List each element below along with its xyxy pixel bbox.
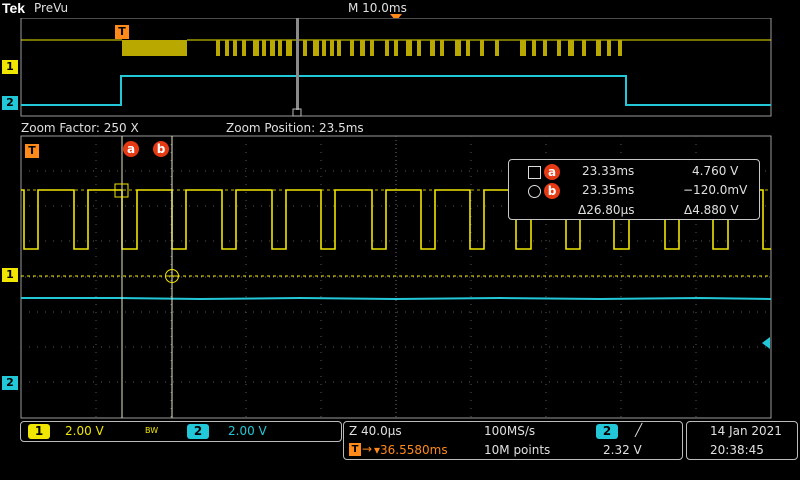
zoom-factor: Zoom Factor: 250 X [21, 121, 139, 135]
trigger-level[interactable]: 2.32 V [603, 443, 642, 457]
time-display: 20:38:45 [710, 443, 764, 457]
zoom-ch1-marker[interactable]: 1 [2, 268, 18, 282]
date-display: 14 Jan 2021 [710, 424, 782, 438]
readout-a-voltage: 4.760 V [692, 164, 739, 178]
header-bar: Tek PreVu M 10.0ms [0, 0, 800, 21]
cursor-b-circle-icon [528, 185, 541, 198]
overview-ch1-marker[interactable]: 1 [2, 60, 18, 74]
trigger-delay[interactable]: ▾36.5580ms [374, 443, 448, 457]
acquisition-mode: PreVu [34, 1, 69, 15]
overview-trigger-marker: T [115, 25, 129, 39]
zoom-trigger-marker: T [25, 144, 39, 158]
trigger-t-icon: T [349, 443, 361, 456]
trigger-source-badge[interactable]: 2 [596, 424, 618, 439]
sample-rate: 100MS/s [484, 424, 536, 438]
trigger-slope-icon[interactable]: ╱ [635, 423, 642, 437]
zoom-ch2-trace [21, 296, 772, 301]
timebase-trigger-panel[interactable]: Z 40.0µs 100MS/s 2 ╱ T → ▾36.5580ms 10M … [343, 421, 683, 460]
overview-ch2-marker[interactable]: 2 [2, 96, 18, 110]
readout-a-badge: a [544, 164, 560, 180]
ch2-scale-badge[interactable]: 2 [187, 424, 209, 439]
channel-scale-panel[interactable]: 1 2.00 V BW 2 2.00 V [20, 421, 342, 442]
cursor-a-square-icon [528, 166, 541, 179]
cursor-a-label[interactable]: a [123, 141, 139, 157]
datetime-panel: 14 Jan 2021 20:38:45 [686, 421, 798, 460]
main-timebase[interactable]: M 10.0ms [348, 1, 407, 15]
record-length: 10M points [484, 443, 551, 457]
ch1-scale-badge[interactable]: 1 [28, 424, 50, 439]
readout-delta-time: Δ26.80µs [578, 203, 635, 217]
readout-a-time: 23.33ms [582, 164, 635, 178]
ch1-vertical-scale[interactable]: 2.00 V [65, 424, 104, 438]
ch2-offscreen-arrow-icon [762, 337, 770, 349]
readout-b-badge: b [544, 183, 560, 199]
readout-delta-voltage: Δ4.880 V [684, 203, 739, 217]
trigger-arrow-icon: → [362, 442, 373, 456]
ch1-bandwidth-limit-flag: BW [145, 426, 159, 435]
cursor-readout-panel[interactable]: a 23.33ms 4.760 V b 23.35ms −120.0mV Δ26… [508, 159, 760, 220]
zoom-ch2-marker[interactable]: 2 [2, 376, 18, 390]
ch2-vertical-scale[interactable]: 2.00 V [228, 424, 267, 438]
brand-logo: Tek [2, 0, 26, 16]
readout-b-voltage: −120.0mV [683, 183, 748, 197]
zoom-timebase[interactable]: Z 40.0µs [349, 424, 402, 438]
readout-b-time: 23.35ms [582, 183, 635, 197]
cursor-b-label[interactable]: b [153, 141, 169, 157]
zoom-window-indicator [296, 18, 299, 110]
zoom-position: Zoom Position: 23.5ms [226, 121, 364, 135]
